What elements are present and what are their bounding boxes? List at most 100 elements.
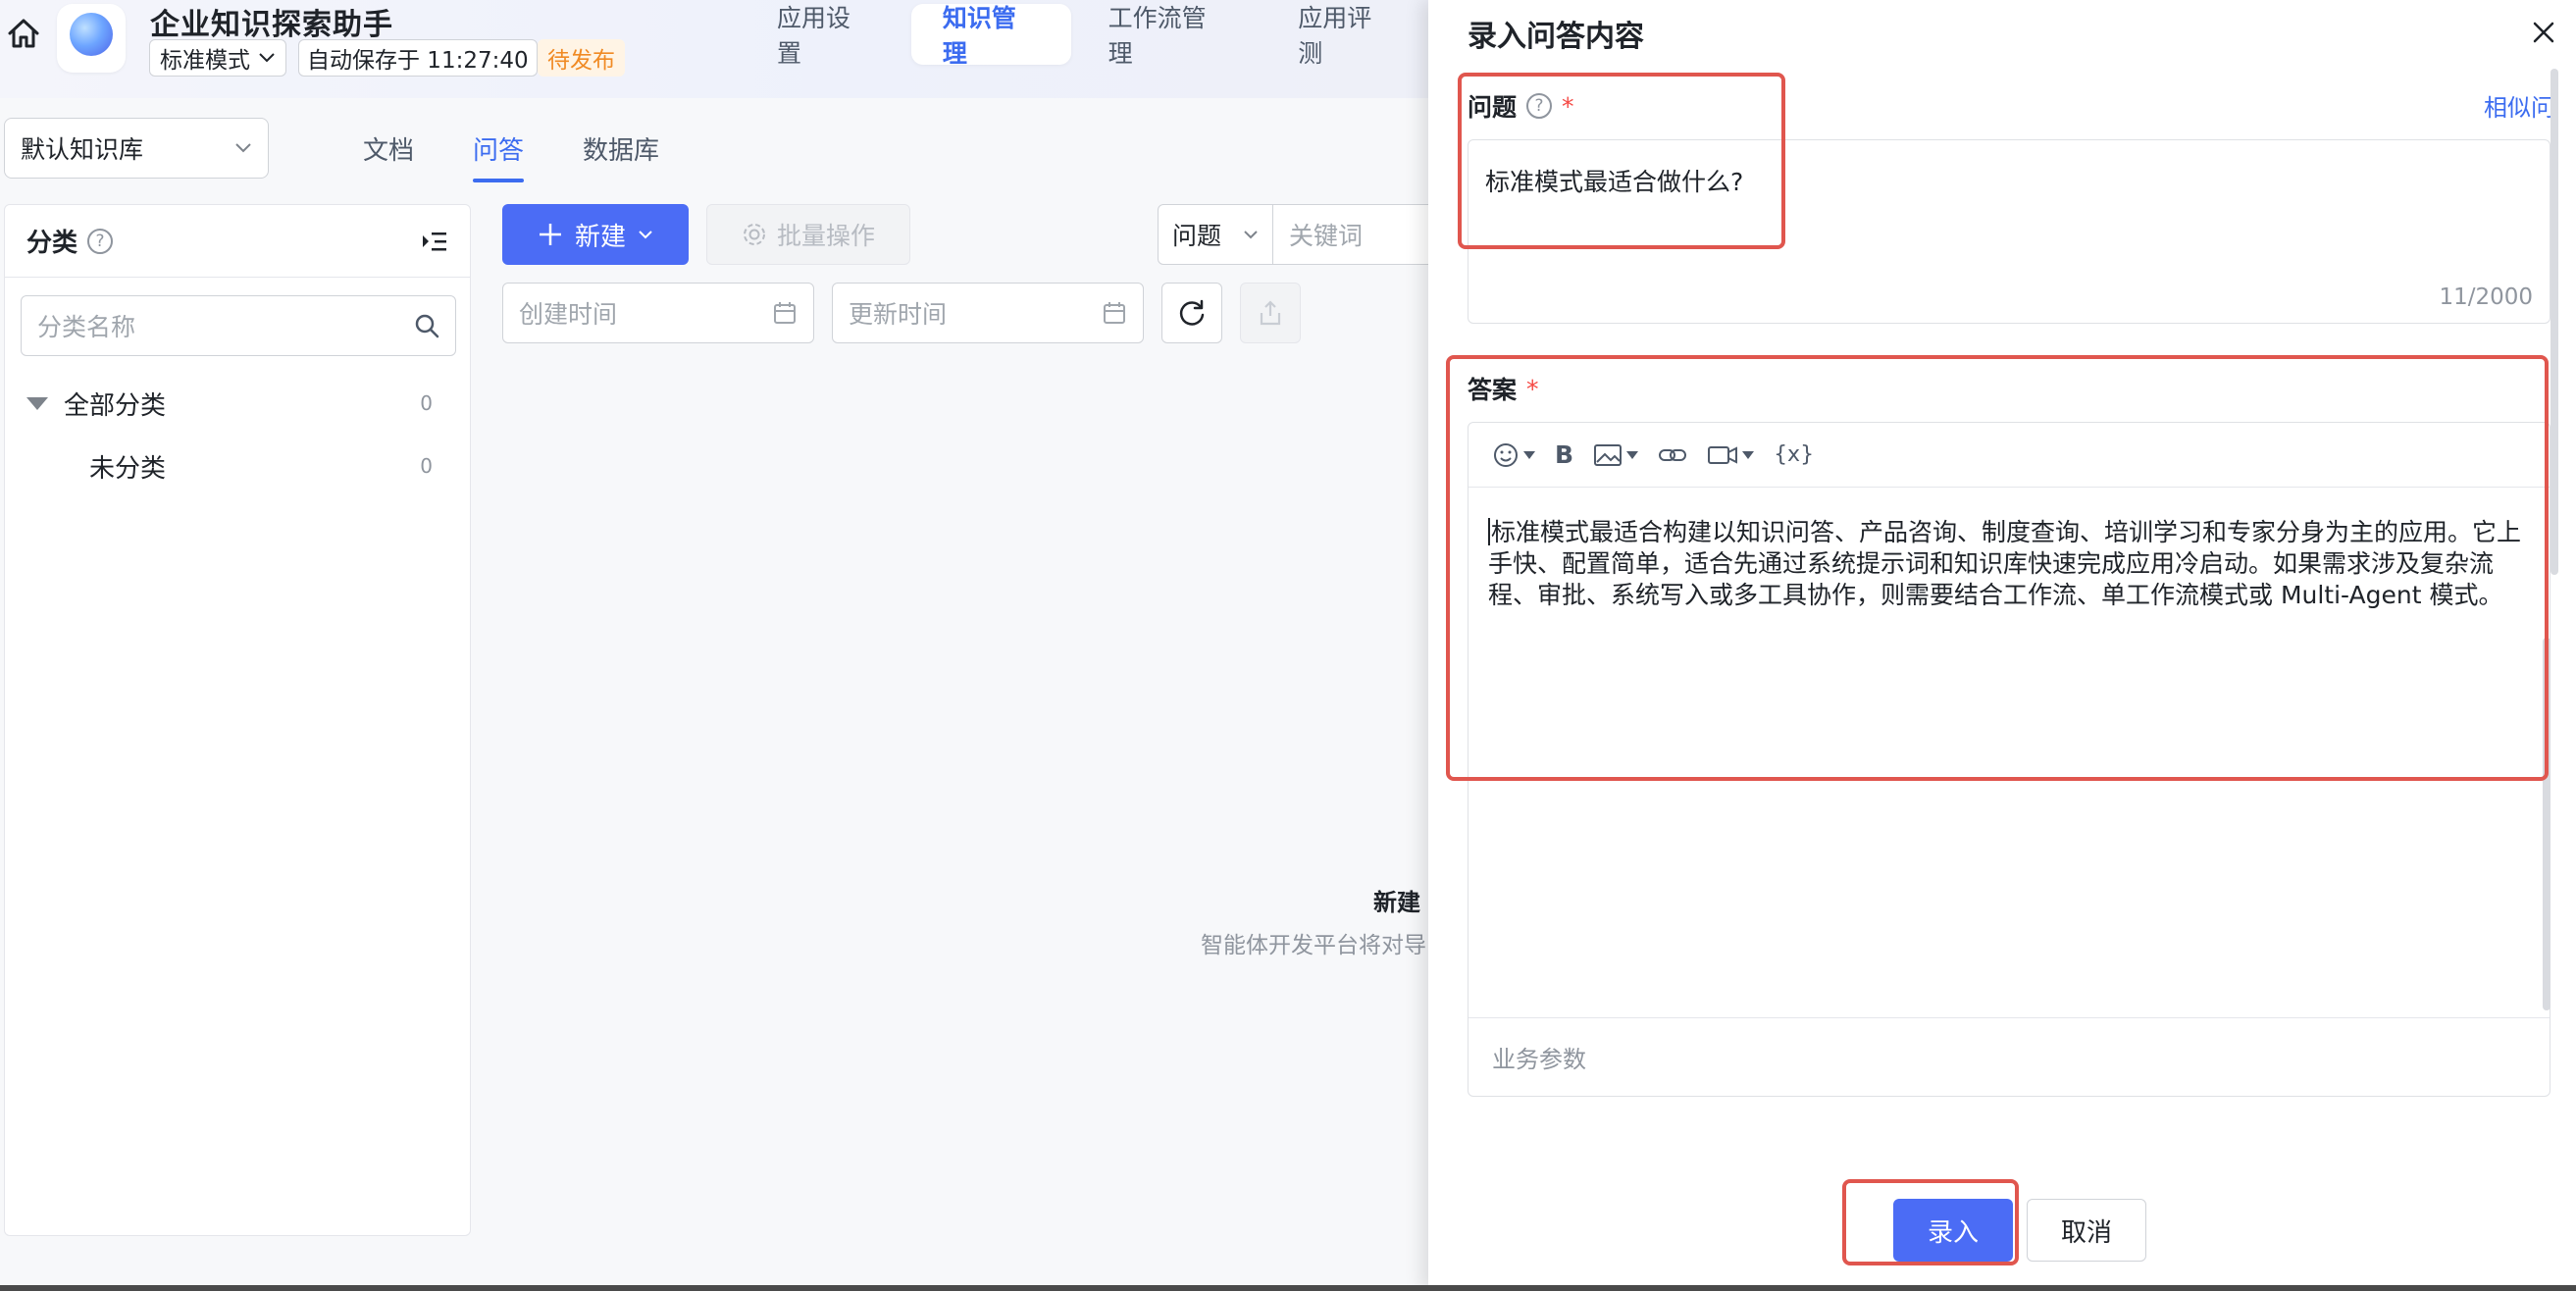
category-title: 分类 ?	[26, 223, 114, 259]
refresh-icon	[1179, 299, 1205, 326]
editor-scrollbar[interactable]	[2543, 638, 2550, 1010]
knowledge-base-select-value: 默认知识库	[21, 135, 144, 164]
caret-down-icon[interactable]	[26, 396, 48, 410]
image-icon	[1594, 443, 1623, 466]
qa-entry-drawer: 录入问答内容 问题 ? * 相似问 标准模式最适合做什么? 11/2000 答案…	[1428, 0, 2576, 1291]
batch-operation-label: 批量操作	[776, 222, 875, 250]
collapse-menu-icon[interactable]	[421, 230, 448, 253]
question-value: 标准模式最适合做什么?	[1485, 168, 1744, 196]
answer-content[interactable]: 标准模式最适合构建以知识问答、产品咨询、制度查询、培训学习和专家分身为主的应用。…	[1488, 517, 2538, 611]
variable-button[interactable]: {x}	[1774, 442, 1814, 467]
home-icon[interactable]	[6, 16, 41, 51]
mode-select-value: 标准模式	[160, 48, 250, 74]
tab-documents[interactable]: 文档	[334, 118, 443, 179]
answer-label: 答案 *	[1468, 371, 1539, 406]
tab-workflow[interactable]: 工作流管理	[1077, 4, 1262, 68]
updated-time-placeholder: 更新时间	[849, 300, 948, 329]
image-button[interactable]	[1593, 442, 1639, 468]
variable-icon: {x}	[1774, 442, 1815, 467]
chevron-down-icon	[259, 53, 275, 63]
bold-button[interactable]: B	[1555, 440, 1573, 469]
new-button-label: 新建	[574, 222, 626, 252]
caret-down-icon	[1742, 450, 1755, 459]
tab-app-settings[interactable]: 应用设置	[746, 4, 905, 68]
emoji-button[interactable]	[1492, 441, 1535, 469]
chevron-down-icon	[1244, 231, 1258, 239]
mode-select[interactable]: 标准模式	[149, 39, 286, 77]
similar-question-link[interactable]: 相似问	[2484, 88, 2554, 123]
calendar-icon	[1104, 302, 1125, 324]
export-icon	[1260, 300, 1281, 326]
top-tabs: 应用设置 知识管理 工作流管理 应用评测	[746, 4, 1432, 68]
created-time-picker[interactable]: 创建时间	[502, 283, 814, 343]
category-panel: 分类 ? 分类名称 全部分类 0 未分类 0	[4, 204, 471, 1236]
link-button[interactable]	[1658, 442, 1687, 468]
app-title: 企业知识探索助手	[150, 8, 393, 42]
filter-type-select[interactable]: 问题	[1158, 204, 1273, 265]
answer-value: 标准模式最适合构建以知识问答、产品咨询、制度查询、培训学习和专家分身为主的应用。…	[1488, 518, 2522, 609]
chevron-down-icon	[235, 143, 251, 153]
tree-item-count: 0	[420, 391, 433, 415]
emoji-icon	[1494, 442, 1518, 467]
submit-button[interactable]: 录入	[1893, 1199, 2013, 1262]
plus-icon	[539, 224, 561, 245]
app-background: 企业知识探索助手 标准模式 自动保存于 11:27:40 待发布 应用设置 知识…	[0, 0, 1432, 1291]
text-cursor	[1488, 518, 1490, 545]
updated-time-picker[interactable]: 更新时间	[832, 283, 1144, 343]
close-icon[interactable]	[2527, 16, 2560, 49]
knowledge-sub-tabs: 文档 问答 数据库	[334, 118, 689, 182]
chevron-down-icon	[639, 231, 652, 239]
question-label: 问题 ? *	[1468, 88, 1574, 124]
video-icon	[1708, 445, 1738, 464]
drawer-title: 录入问答内容	[1468, 20, 1644, 54]
question-label-text: 问题	[1468, 93, 1518, 122]
category-title-label: 分类	[26, 229, 78, 258]
refresh-button[interactable]	[1161, 283, 1222, 343]
new-button[interactable]: 新建	[502, 204, 689, 265]
caret-down-icon	[1626, 450, 1639, 459]
top-bar: 企业知识探索助手 标准模式 自动保存于 11:27:40 待发布 应用设置 知识…	[0, 0, 1432, 98]
tab-qa[interactable]: 问答	[443, 118, 553, 182]
window-bottom-edge	[0, 1285, 2576, 1291]
category-search-input[interactable]: 分类名称	[21, 295, 456, 356]
answer-editor[interactable]: B {x} 标准模式最适合构建以知识问答、产品咨询、制度查询、培训学习和专家分身…	[1468, 422, 2550, 1097]
gear-icon	[743, 224, 765, 245]
tab-database[interactable]: 数据库	[553, 118, 689, 179]
tree-item-label: 未分类	[89, 453, 167, 484]
filter-type-value: 问题	[1172, 222, 1222, 250]
category-search-placeholder: 分类名称	[37, 313, 136, 341]
answer-label-text: 答案	[1468, 376, 1518, 404]
drawer-scrollbar[interactable]	[2550, 69, 2558, 575]
status-badge: 待发布	[538, 39, 625, 77]
created-time-placeholder: 创建时间	[519, 300, 618, 329]
tab-knowledge[interactable]: 知识管理	[910, 4, 1071, 68]
knowledge-base-select[interactable]: 默认知识库	[4, 118, 269, 179]
batch-operation-button[interactable]: 批量操作	[706, 204, 910, 265]
empty-state-title: 新建	[1373, 889, 1420, 916]
tree-item-count: 0	[420, 454, 433, 478]
help-icon[interactable]: ?	[87, 228, 114, 254]
video-button[interactable]	[1707, 442, 1755, 468]
tab-evaluation[interactable]: 应用评测	[1266, 4, 1426, 68]
tree-item-all[interactable]: 全部分类 0	[5, 374, 472, 433]
autosave-status: 自动保存于 11:27:40	[298, 39, 538, 77]
keyword-input[interactable]: 关键词	[1273, 204, 1432, 265]
question-char-count: 11/2000	[2439, 284, 2533, 310]
link-icon	[1659, 448, 1687, 461]
editor-toolbar: B {x}	[1468, 423, 2550, 488]
required-mark: *	[1562, 91, 1574, 121]
export-button[interactable]	[1240, 283, 1301, 343]
bold-icon: B	[1555, 440, 1574, 469]
tree-item-label: 全部分类	[64, 390, 167, 421]
business-params-input[interactable]: 业务参数	[1468, 1017, 2550, 1096]
caret-down-icon	[1523, 450, 1535, 459]
tree-item-uncategorized[interactable]: 未分类 0	[5, 437, 472, 495]
empty-state-desc: 智能体开发平台将对导	[1201, 933, 1426, 958]
app-logo	[57, 4, 126, 73]
help-icon[interactable]: ?	[1526, 93, 1553, 119]
required-mark: *	[1526, 374, 1539, 403]
cancel-button[interactable]: 取消	[2027, 1199, 2146, 1262]
calendar-icon	[774, 302, 796, 324]
search-icon	[415, 314, 439, 338]
category-header: 分类 ?	[5, 205, 470, 278]
